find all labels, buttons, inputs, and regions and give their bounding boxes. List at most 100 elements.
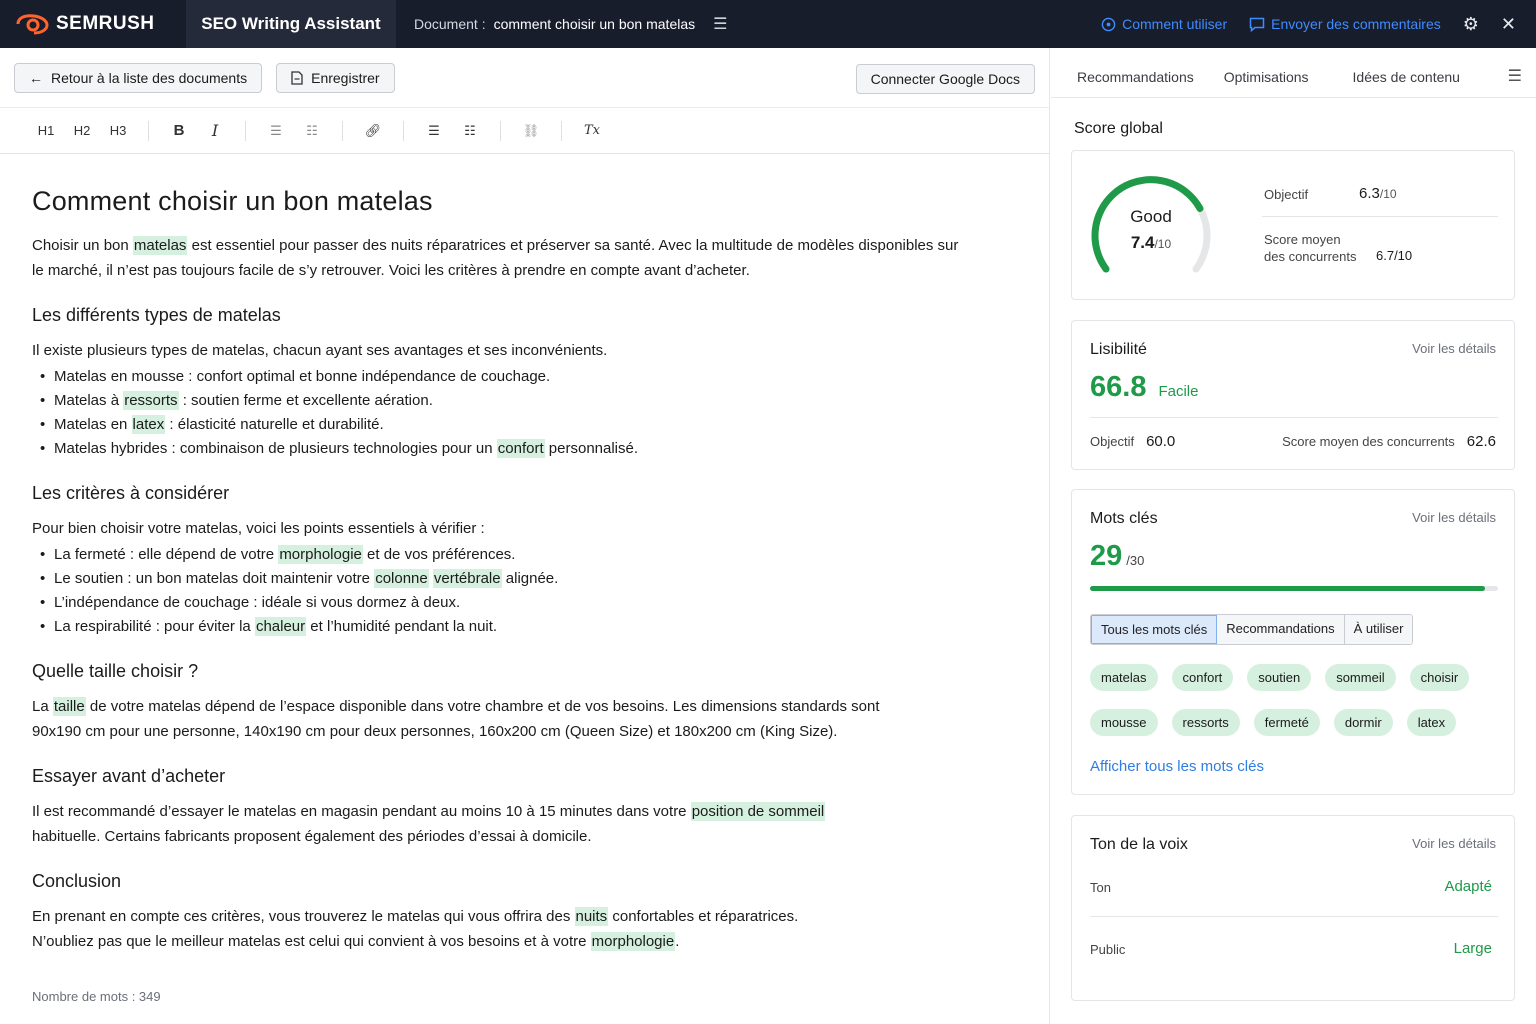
unlink-icon[interactable]: ⛓︎ <box>513 116 549 146</box>
toolbar-divider <box>245 120 246 141</box>
link-icon[interactable]: 🔗︎ <box>355 116 391 146</box>
tone-details-link[interactable]: Voir les détails <box>1412 836 1496 851</box>
clear-format-icon[interactable]: Tx <box>574 116 610 146</box>
readability-details-link[interactable]: Voir les détails <box>1412 341 1496 356</box>
keywords-title: Mots clés <box>1090 510 1158 527</box>
keyword-highlight[interactable]: chaleur <box>254 617 307 636</box>
list-item: L’indépendance de couchage : idéale si v… <box>32 591 960 615</box>
document-icon <box>291 70 303 85</box>
document-content[interactable]: Comment choisir un bon matelas Choisir u… <box>0 154 960 954</box>
keyword-chip[interactable]: latex <box>1406 709 1457 736</box>
keywords-score: 29 /30 <box>1090 540 1145 572</box>
checklist-icon[interactable]: ☷ <box>452 116 488 146</box>
list-item: Matelas hybrides : combinaison de plusie… <box>32 437 960 461</box>
recommendations-panel: Recommandations Optimisations Idées de c… <box>1051 48 1536 1024</box>
menu-icon[interactable]: ☰ <box>713 14 727 34</box>
keyword-highlight[interactable]: confort <box>496 439 545 458</box>
score-section-title: Score global <box>1074 120 1163 137</box>
keywords-details-link[interactable]: Voir les détails <box>1412 510 1496 525</box>
app-name[interactable]: SEO Writing Assistant <box>186 0 396 48</box>
connect-google-docs-button[interactable]: Connecter Google Docs <box>855 64 1035 94</box>
readability-value: 66.8 <box>1090 371 1147 403</box>
section-heading: Quelle taille choisir ? <box>32 661 199 681</box>
heading-2-button[interactable]: H2 <box>64 116 100 146</box>
comment-icon <box>1249 17 1265 32</box>
back-button[interactable]: ← Retour à la liste des documents <box>14 62 263 93</box>
list-item: Le soutien : un bon matelas doit mainten… <box>32 567 960 591</box>
objective-value: 6.3/10 <box>1359 185 1397 202</box>
list-icon[interactable]: ☰ <box>416 116 452 146</box>
keyword-highlight[interactable]: ressorts <box>123 391 179 410</box>
italic-button[interactable]: I <box>197 116 233 146</box>
section-heading: Conclusion <box>32 871 122 891</box>
keyword-filter: Tous les mots clés Recommandations À uti… <box>1090 614 1414 645</box>
keyword-highlight[interactable]: latex <box>131 415 166 434</box>
keyword-chip[interactable]: confort <box>1171 664 1234 691</box>
keyword-highlight[interactable]: morphologie <box>278 545 363 564</box>
toolbar-divider <box>403 120 404 141</box>
list-item: La fermeté : elle dépend de votre morpho… <box>32 543 960 567</box>
bulleted-list-icon[interactable]: ☰ <box>258 116 294 146</box>
keywords-progress-fill <box>1090 586 1485 591</box>
save-button[interactable]: Enregistrer <box>276 62 395 93</box>
numbered-list-icon[interactable]: ☷ <box>294 116 330 146</box>
readability-score: 66.8 Facile <box>1090 371 1198 404</box>
tab-optimisations[interactable]: Optimisations <box>1218 69 1315 97</box>
keyword-chip[interactable]: matelas <box>1090 664 1158 691</box>
competitors-value: 6.7/10 <box>1376 248 1413 263</box>
keyword-chip[interactable]: soutien <box>1247 664 1312 691</box>
divider <box>1090 417 1498 418</box>
gear-icon[interactable]: ⚙ <box>1463 14 1479 35</box>
readability-level: Facile <box>1158 383 1199 400</box>
keyword-chip[interactable]: sommeil <box>1325 664 1396 691</box>
help-circle-icon <box>1101 17 1116 31</box>
keyword-highlight[interactable]: nuits <box>574 907 609 926</box>
keyword-chip[interactable]: fermeté <box>1253 709 1320 736</box>
readability-card: Lisibilité Voir les détails 66.8 Facile … <box>1071 320 1515 470</box>
keyword-highlight[interactable]: vertébrale <box>432 569 502 588</box>
arrow-left-icon: ← <box>29 69 43 86</box>
list-item: Matelas à ressorts : soutien ferme et ex… <box>32 389 960 413</box>
document-heading: Comment choisir un bon matelas <box>32 186 433 216</box>
keyword-highlight[interactable]: position de sommeil <box>690 802 826 821</box>
readability-objective: Objectif 60.0 <box>1090 433 1176 450</box>
filter-to-use[interactable]: À utiliser <box>1344 615 1413 644</box>
panel-tabs: Recommandations Optimisations Idées de c… <box>1051 48 1536 98</box>
keyword-chip[interactable]: dormir <box>1333 709 1393 736</box>
menu-icon[interactable]: ☰ <box>1508 66 1522 86</box>
filter-recommendations[interactable]: Recommandations <box>1217 615 1345 644</box>
paragraph: Il est recommandé d’essayer le matelas e… <box>32 802 826 845</box>
paragraph: Il existe plusieurs types de matelas, ch… <box>32 342 608 359</box>
keyword-chip[interactable]: mousse <box>1090 709 1158 736</box>
keyword-chip[interactable]: choisir <box>1409 664 1470 691</box>
list-item: La respirabilité : pour éviter la chaleu… <box>32 615 960 639</box>
tab-recommandations[interactable]: Recommandations <box>1071 69 1200 97</box>
show-all-keywords-link[interactable]: Afficher tous les mots clés <box>1090 758 1264 775</box>
bold-button[interactable]: B <box>161 116 197 146</box>
editor-pane: ← Retour à la liste des documents Enregi… <box>0 48 1050 1024</box>
keyword-highlight[interactable]: matelas <box>132 236 188 255</box>
score-value: 7.4/10 <box>1130 233 1172 252</box>
brand[interactable]: SEMRUSH <box>0 0 186 48</box>
document-title: Document : comment choisir un bon matela… <box>414 14 727 34</box>
toolbar-divider <box>561 120 562 141</box>
close-icon[interactable]: ✕ <box>1501 14 1516 35</box>
document-name: comment choisir un bon matelas <box>493 16 696 32</box>
heading-3-button[interactable]: H3 <box>100 116 136 146</box>
keyword-chip[interactable]: ressorts <box>1171 709 1240 736</box>
bullet-list: Matelas en mousse : confort optimal et b… <box>32 365 960 461</box>
tab-idees-de-contenu[interactable]: Idées de contenu <box>1347 69 1466 97</box>
keyword-highlight[interactable]: morphologie <box>590 932 676 951</box>
section-heading: Essayer avant d’acheter <box>32 766 226 786</box>
filter-all-keywords[interactable]: Tous les mots clés <box>1091 615 1218 644</box>
heading-1-button[interactable]: H1 <box>28 116 64 146</box>
keyword-highlight[interactable]: colonne <box>374 569 429 588</box>
feedback-link[interactable]: Envoyer des commentaires <box>1249 16 1441 32</box>
format-toolbar: H1 H2 H3 B I ☰ ☷ 🔗︎ ☰ ☷ ⛓︎ Tx <box>0 108 1049 154</box>
list-item: Matelas en mousse : confort optimal et b… <box>32 365 960 389</box>
help-link[interactable]: Comment utiliser <box>1101 16 1227 32</box>
list-item: Matelas en latex : élasticité naturelle … <box>32 413 960 437</box>
toolbar-divider <box>500 120 501 141</box>
keywords-card: Mots clés Voir les détails 29 /30 Tous l… <box>1071 489 1515 795</box>
keyword-highlight[interactable]: taille <box>52 697 86 716</box>
